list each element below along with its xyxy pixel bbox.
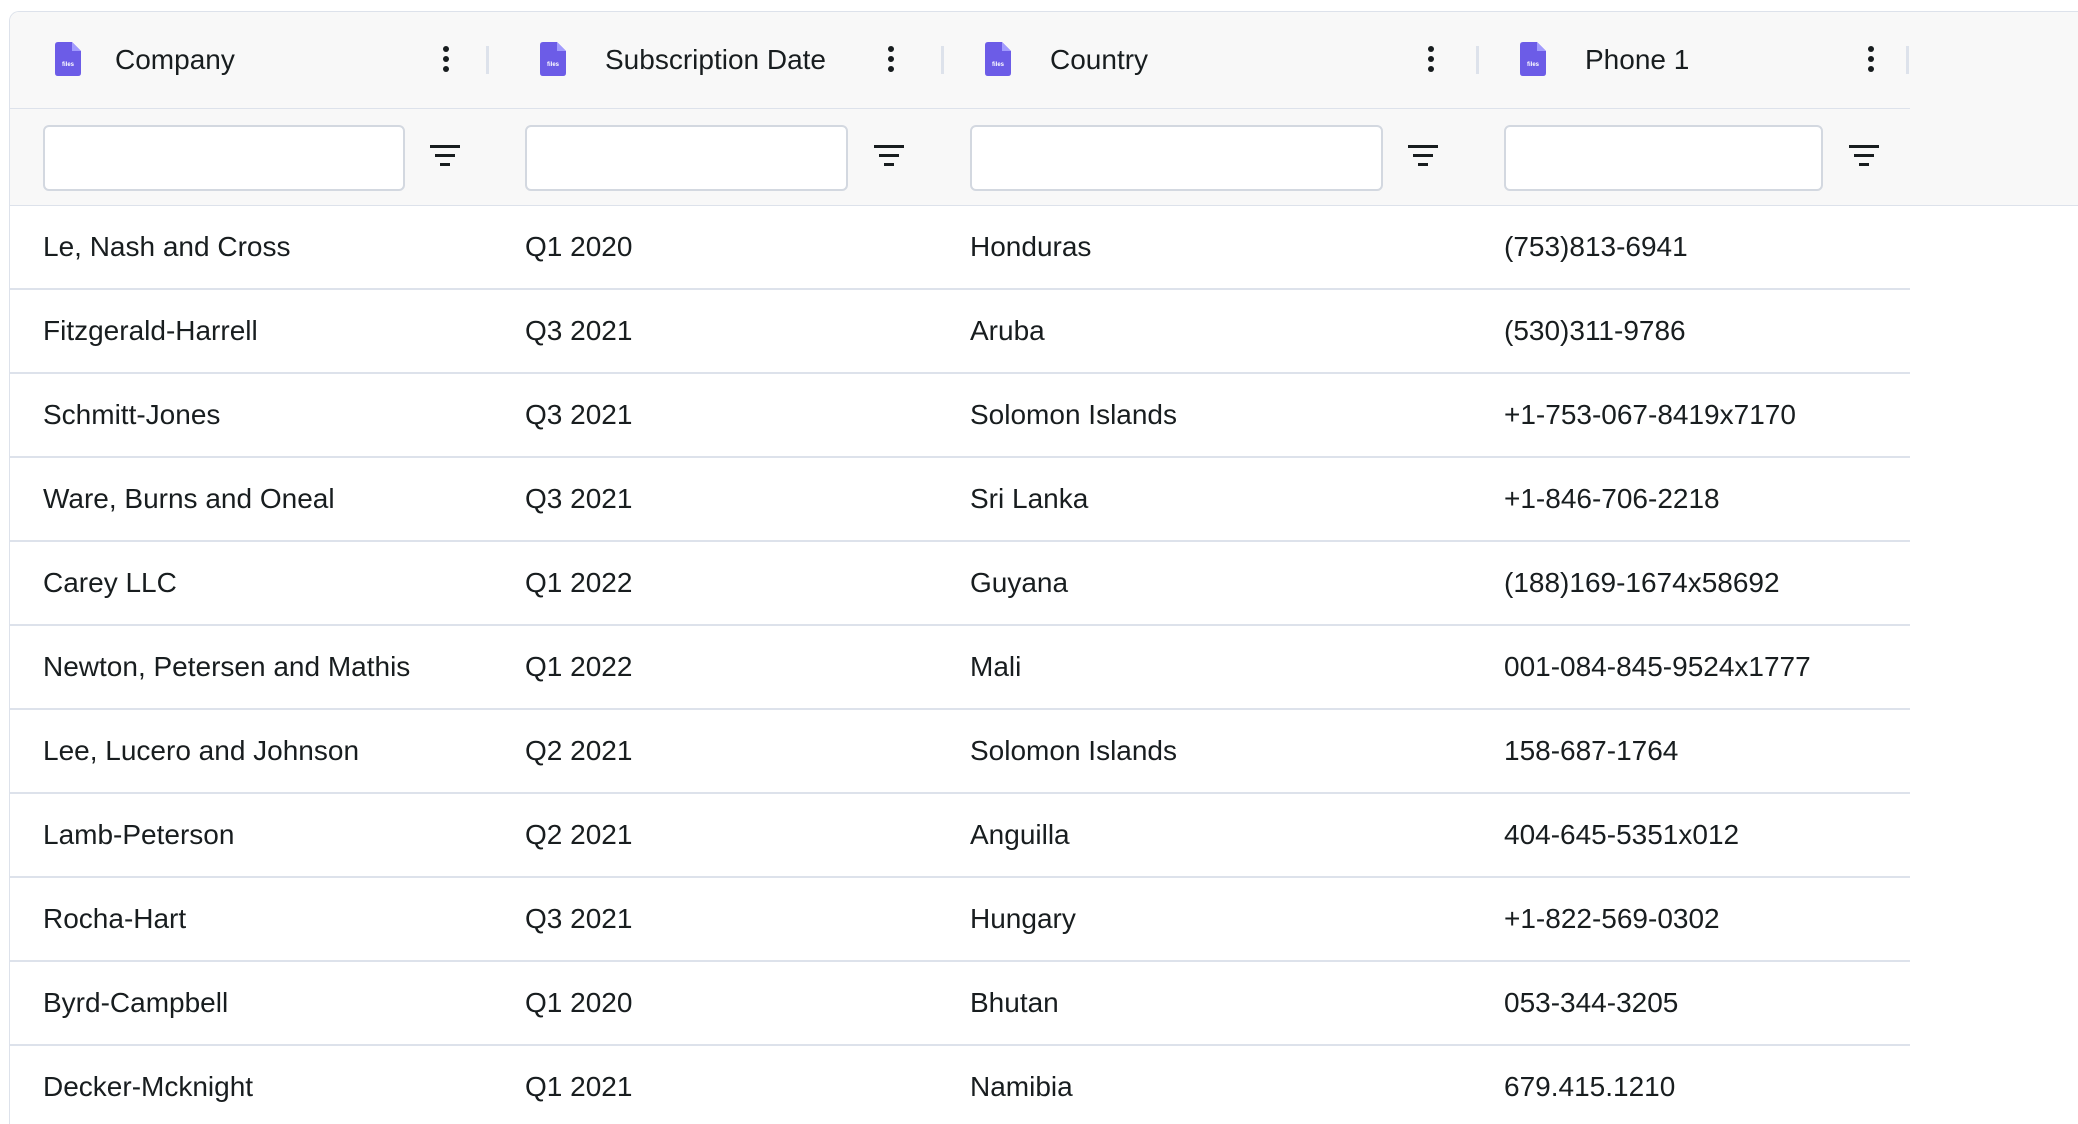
cell-subscription-date: Q1 2020 (525, 231, 633, 262)
file-icon-text: files (62, 62, 75, 68)
column-header-row: files Company files Subscription Date fi… (10, 12, 1910, 109)
filter-icon[interactable] (430, 145, 460, 171)
cell-subscription-date: Q3 2021 (525, 903, 633, 934)
table-row[interactable]: Le, Nash and Cross Q1 2020 Honduras (753… (10, 206, 1910, 290)
cell-company: Newton, Petersen and Mathis (43, 651, 411, 682)
column-resize-handle-subscription-date[interactable] (941, 46, 944, 74)
table-row[interactable]: Schmitt-Jones Q3 2021 Solomon Islands +1… (10, 374, 1910, 458)
table-row[interactable]: Lee, Lucero and Johnson Q2 2021 Solomon … (10, 710, 1910, 794)
cell-phone-1: +1-846-706-2218 (1504, 483, 1720, 514)
file-icon: files (1520, 42, 1546, 76)
cell-subscription-date: Q1 2020 (525, 987, 633, 1018)
cell-country: Hungary (970, 903, 1076, 934)
table-row[interactable]: Ware, Burns and Oneal Q3 2021 Sri Lanka … (10, 458, 1910, 542)
cell-company: Lee, Lucero and Johnson (43, 735, 360, 766)
filter-input-company[interactable] (43, 125, 405, 191)
column-menu-button-country[interactable] (1421, 46, 1441, 76)
filter-icon[interactable] (1408, 145, 1438, 171)
cell-subscription-date: Q3 2021 (525, 483, 633, 514)
file-icon-text: files (1527, 62, 1540, 68)
cell-company: Decker-Mcknight (43, 1071, 254, 1102)
cell-subscription-date: Q1 2021 (525, 1071, 633, 1102)
cell-company: Lamb-Peterson (43, 819, 235, 850)
cell-company: Schmitt-Jones (43, 399, 221, 430)
cell-country: Solomon Islands (970, 735, 1178, 766)
cell-country: Sri Lanka (970, 483, 1089, 514)
cell-country: Honduras (970, 231, 1092, 262)
cell-phone-1: (530)311-9786 (1504, 315, 1686, 346)
column-title-subscription-date: Subscription Date (605, 44, 827, 75)
table-row[interactable]: Carey LLC Q1 2022 Guyana (188)169-1674x5… (10, 542, 1910, 626)
table-row[interactable]: Decker-Mcknight Q1 2021 Namibia 679.415.… (10, 1046, 1910, 1124)
cell-phone-1: 001-084-845-9524x1777 (1504, 651, 1811, 682)
column-header-phone-1[interactable]: files Phone 1 (1480, 12, 1920, 108)
filter-input-country[interactable] (970, 125, 1383, 191)
filter-input-phone-1[interactable] (1504, 125, 1823, 191)
cell-subscription-date: Q3 2021 (525, 315, 633, 346)
table-row[interactable]: Newton, Petersen and Mathis Q1 2022 Mali… (10, 626, 1910, 710)
table-row[interactable]: Lamb-Peterson Q2 2021 Anguilla 404-645-5… (10, 794, 1910, 878)
cell-phone-1: 404-645-5351x012 (1504, 819, 1740, 850)
filter-row (10, 109, 1910, 205)
column-resize-handle-phone-1[interactable] (1906, 46, 1909, 74)
file-icon: files (55, 42, 81, 76)
cell-phone-1: 158-687-1764 (1504, 735, 1679, 766)
cell-phone-1: (753)813-6941 (1504, 231, 1688, 262)
column-header-country[interactable]: files Country (945, 12, 1480, 108)
cell-country: Solomon Islands (970, 399, 1178, 430)
data-grid: files Company files Subscription Date fi… (9, 11, 2078, 1124)
cell-country: Mali (970, 651, 1022, 682)
table-row[interactable]: Byrd-Campbell Q1 2020 Bhutan 053-344-320… (10, 962, 1910, 1046)
cell-company: Carey LLC (43, 567, 177, 598)
cell-country: Aruba (970, 315, 1045, 346)
column-menu-button-subscription-date[interactable] (881, 46, 901, 76)
cell-country: Anguilla (970, 819, 1070, 850)
column-title-country: Country (1050, 44, 1149, 75)
file-icon: files (540, 42, 566, 76)
cell-subscription-date: Q2 2021 (525, 819, 633, 850)
column-header-company[interactable]: files Company (10, 12, 500, 108)
cell-country: Guyana (970, 567, 1069, 598)
column-title-company: Company (115, 44, 235, 75)
cell-country: Namibia (970, 1071, 1073, 1102)
table-row[interactable]: Rocha-Hart Q3 2021 Hungary +1-822-569-03… (10, 878, 1910, 962)
cell-subscription-date: Q1 2022 (525, 567, 633, 598)
filter-input-subscription-date[interactable] (525, 125, 848, 191)
column-resize-handle-company[interactable] (486, 46, 489, 74)
cell-company: Le, Nash and Cross (43, 231, 291, 262)
cell-company: Byrd-Campbell (43, 987, 229, 1018)
file-icon-text: files (547, 62, 560, 68)
column-menu-button-phone-1[interactable] (1861, 46, 1881, 76)
column-title-phone-1: Phone 1 (1585, 44, 1690, 75)
cell-subscription-date: Q2 2021 (525, 735, 633, 766)
cell-company: Fitzgerald-Harrell (43, 315, 258, 346)
filter-icon[interactable] (1849, 145, 1879, 171)
file-icon-text: files (992, 62, 1005, 68)
cell-phone-1: 679.415.1210 (1504, 1071, 1676, 1102)
cell-company: Ware, Burns and Oneal (43, 483, 335, 514)
column-header-subscription-date[interactable]: files Subscription Date (500, 12, 945, 108)
filter-icon[interactable] (874, 145, 904, 171)
cell-phone-1: (188)169-1674x58692 (1504, 567, 1780, 598)
column-resize-handle-country[interactable] (1476, 46, 1479, 74)
cell-company: Rocha-Hart (43, 903, 187, 934)
table-row[interactable]: Fitzgerald-Harrell Q3 2021 Aruba (530)31… (10, 290, 1910, 374)
column-menu-button-company[interactable] (436, 46, 456, 76)
grid-header: files Company files Subscription Date fi… (10, 12, 2078, 206)
cell-phone-1: +1-822-569-0302 (1504, 903, 1720, 934)
cell-phone-1: 053-344-3205 (1504, 987, 1679, 1018)
file-icon: files (985, 42, 1011, 76)
cell-subscription-date: Q3 2021 (525, 399, 633, 430)
cell-phone-1: +1-753-067-8419x7170 (1504, 399, 1796, 430)
cell-subscription-date: Q1 2022 (525, 651, 633, 682)
cell-country: Bhutan (970, 987, 1059, 1018)
